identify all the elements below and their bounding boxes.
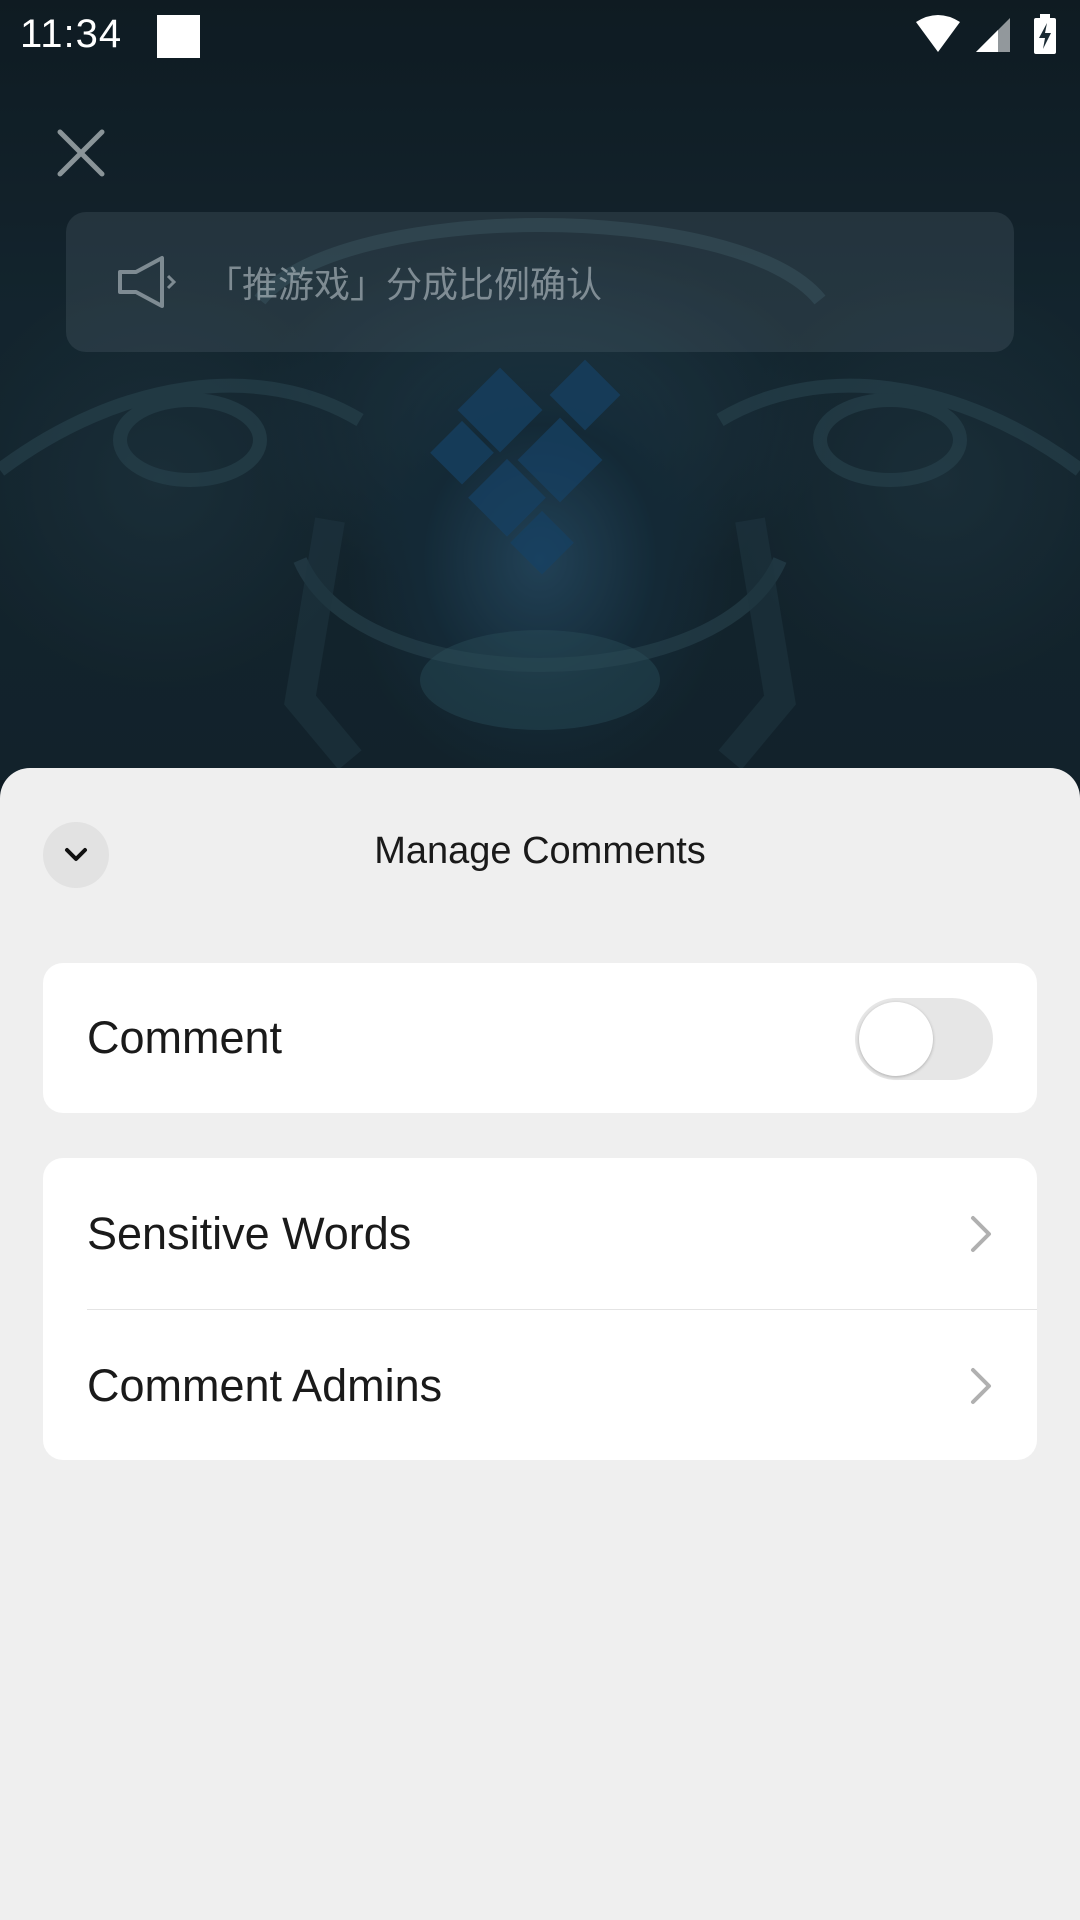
chevron-right-icon <box>971 1367 991 1404</box>
megaphone-icon <box>118 256 177 308</box>
list-item-label: Sensitive Words <box>87 1207 412 1259</box>
list-item-comment-admins[interactable]: Comment Admins <box>43 1310 1037 1460</box>
close-icon <box>57 129 105 177</box>
comment-toggle-switch[interactable] <box>855 998 993 1080</box>
battery-icon <box>1034 14 1056 54</box>
sheet-title: Manage Comments <box>374 830 706 872</box>
comment-toggle-label: Comment <box>87 1012 283 1063</box>
manage-comments-sheet: Manage Comments Comment Sensitive Words … <box>0 768 1080 1920</box>
status-bar: 11:34 <box>0 0 1080 76</box>
dim-overlay <box>0 0 1080 780</box>
list-item-sensitive-words[interactable]: Sensitive Words <box>43 1158 1037 1309</box>
chevron-right-icon <box>971 1215 991 1252</box>
background-art <box>0 0 1080 780</box>
announcement-text: 「推游戏」分成比例确认 <box>206 265 603 306</box>
sheet-header: Manage Comments <box>0 768 1080 948</box>
status-icons <box>916 14 1056 54</box>
toggle-knob <box>859 1002 933 1076</box>
comment-toggle-row: Comment <box>43 963 1037 1113</box>
status-time: 11:34 <box>20 12 123 56</box>
comment-settings-list: Sensitive Words Comment Admins <box>43 1158 1037 1460</box>
notification-icon <box>157 15 200 58</box>
announcement-banner[interactable]: 「推游戏」分成比例确认 <box>66 212 1014 352</box>
close-button[interactable] <box>54 126 108 180</box>
list-item-label: Comment Admins <box>87 1359 443 1411</box>
wifi-icon <box>916 15 960 52</box>
comment-toggle-card: Comment <box>43 963 1037 1113</box>
